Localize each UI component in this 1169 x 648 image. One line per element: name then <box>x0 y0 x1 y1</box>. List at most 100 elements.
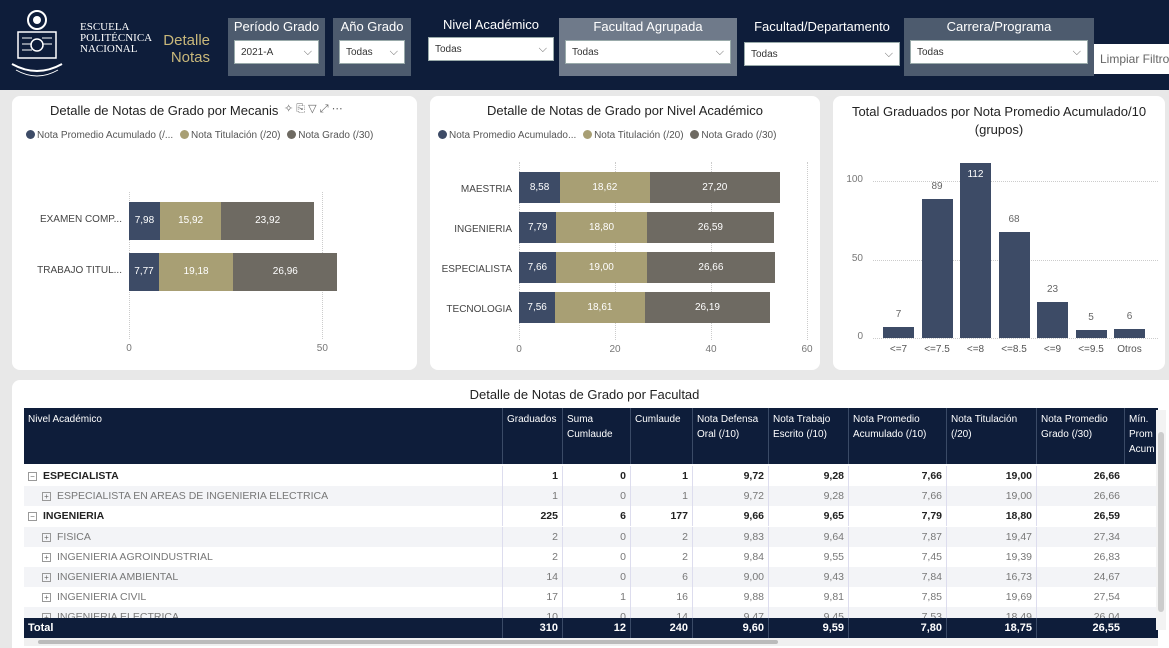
column-header[interactable]: Nota Defensa Oral (/10) <box>692 408 768 464</box>
column-header[interactable]: Nota Promedio Grado (/30) <box>1036 408 1124 464</box>
column-header[interactable]: Nota Trabajo Escrito (/10) <box>768 408 848 464</box>
bar-segment[interactable]: 18,62 <box>560 172 650 203</box>
y-tick-label: 100 <box>846 174 863 186</box>
bar-segment[interactable]: 7,98 <box>129 202 160 240</box>
table-row[interactable]: − ESPECIALISTA 1 0 1 9,72 9,28 7,66 19,00 26,66 <box>24 466 1158 486</box>
column-bar[interactable] <box>1075 330 1107 338</box>
scrollbar-thumb[interactable] <box>38 640 778 644</box>
table-cell: 7,87 <box>848 526 946 547</box>
table-row[interactable]: + INGENIERIA CIVIL 17 1 16 9,88 9,81 7,85 19,69 2… <box>24 587 1158 608</box>
bar-segment[interactable]: 7,79 <box>519 212 557 243</box>
table-cell: 7,45 <box>848 546 946 567</box>
legend-item: Nota Grado (/30) <box>287 130 373 141</box>
scrollbar-thumb[interactable] <box>1158 432 1164 612</box>
column-header[interactable]: Graduados <box>502 408 562 464</box>
anio-grado-dropdown[interactable]: Todas ⌵ <box>339 40 405 64</box>
school-logo-icon <box>11 10 63 77</box>
collapse-icon[interactable]: − <box>28 512 37 522</box>
table-cell: 19,00 <box>946 466 1036 486</box>
legend-label: Nota Grado (/30) <box>701 130 777 141</box>
horizontal-scrollbar[interactable] <box>24 638 1158 646</box>
table-cell: 9,88 <box>692 587 768 608</box>
focus-mode-icon[interactable]: ⤢ <box>320 103 329 115</box>
chart-title: Total Graduados por Nota Promedio Acumul… <box>851 104 1147 137</box>
bar-segment[interactable]: 15,92 <box>159 202 222 240</box>
bar-segment[interactable]: 7,77 <box>129 253 160 291</box>
table-cell: 9,65 <box>768 506 848 527</box>
table-cell: 26,59 <box>1036 506 1124 527</box>
column-bar[interactable] <box>921 198 953 338</box>
table-cell: 19,47 <box>946 526 1036 547</box>
visual-header-icons: ✧ ⎘ ▽ ⤢ ⋯ <box>284 102 343 116</box>
total-cell: 18,75 <box>946 618 1036 638</box>
x-category-label: <=8.5 <box>1001 344 1027 355</box>
bar-segment[interactable]: 26,19 <box>644 292 771 323</box>
table-row[interactable]: + ESPECIALISTA EN AREAS DE INGENIERIA ELE… <box>24 486 1158 507</box>
column-bar[interactable] <box>998 231 1030 338</box>
limpiar-filtro-button[interactable]: Limpiar Filtro <box>1094 44 1169 74</box>
bar-segment[interactable]: 8,58 <box>519 172 561 203</box>
legend-dot <box>26 130 35 139</box>
facultad-agrupada-dropdown[interactable]: Todas ⌵ <box>565 40 731 64</box>
x-category-label: <=7 <box>889 344 908 355</box>
total-cell: 9,59 <box>768 618 848 638</box>
table-cell: 9,55 <box>768 546 848 567</box>
column-header[interactable]: Nivel Académico <box>24 408 502 464</box>
nivel-academico-dropdown[interactable]: Todas ⌵ <box>428 37 554 61</box>
chart-card-graduados: Total Graduados por Nota Promedio Acumul… <box>833 96 1165 370</box>
total-cell: 240 <box>630 618 692 638</box>
table-row[interactable]: + FISICA 2 0 2 9,83 9,64 7,87 19,47 27,34 <box>24 526 1158 547</box>
table-cell: 17 <box>502 587 562 608</box>
expand-icon[interactable]: + <box>42 492 51 502</box>
bar-segment[interactable]: 27,20 <box>649 172 781 203</box>
chart-title: Detalle de Notas de Grado por Mecanis <box>50 103 279 118</box>
column-header[interactable]: Suma Cumlaude <box>562 408 630 464</box>
column-header[interactable]: Mín. Prom Acum <box>1124 408 1158 464</box>
bar-segment[interactable]: 26,66 <box>646 252 775 283</box>
table-row[interactable]: + INGENIERIA AGROINDUSTRIAL 2 0 2 9,84 9,55 7,4… <box>24 546 1158 567</box>
column-header[interactable]: Nota Promedio Acumulado (/10) <box>848 408 946 464</box>
expand-icon[interactable]: + <box>42 573 51 582</box>
column-bar[interactable] <box>883 327 914 338</box>
collapse-icon[interactable]: − <box>28 472 37 481</box>
bar-segment[interactable]: 26,59 <box>646 212 775 243</box>
pin-icon[interactable]: ✧ <box>284 103 293 115</box>
bar-segment[interactable]: 7,56 <box>519 292 556 323</box>
table-cell: 7,79 <box>848 506 946 527</box>
table-row[interactable]: + INGENIERIA AMBIENTAL 14 0 6 9,00 9,43 7,84 16,… <box>24 567 1158 587</box>
column-bar[interactable] <box>1037 302 1068 338</box>
x-category-label: <=7.5 <box>924 344 950 355</box>
bar-segment[interactable]: 19,00 <box>555 252 647 283</box>
column-header[interactable]: Nota Titulación (/20) <box>946 408 1036 464</box>
bar-segment[interactable]: 18,61 <box>555 292 645 323</box>
more-options-icon[interactable]: ⋯ <box>332 103 343 115</box>
table-cell: 14 <box>502 567 562 587</box>
table-cell: 7,66 <box>848 486 946 507</box>
bar-segment[interactable]: 7,66 <box>519 252 556 283</box>
row-name-label: ESPECIALISTA <box>43 470 119 482</box>
table-row[interactable]: − INGENIERIA 225 6 177 9,66 9,65 7,79 18,80 26,59 <box>24 506 1158 527</box>
column-bar[interactable] <box>1114 328 1145 338</box>
expand-icon[interactable]: + <box>42 593 51 603</box>
bar-segment[interactable]: 23,92 <box>221 202 314 240</box>
school-line-3: NACIONAL <box>80 43 138 55</box>
facultad-departamento-dropdown[interactable]: Todas ⌵ <box>744 42 900 66</box>
column-bar[interactable] <box>960 162 991 338</box>
chevron-down-icon: ⌵ <box>884 47 893 60</box>
bar-segment[interactable]: 19,18 <box>159 253 234 291</box>
data-label: 7 <box>895 309 902 321</box>
column-header[interactable]: Cumlaude <box>630 408 692 464</box>
vertical-scrollbar[interactable] <box>1156 410 1166 630</box>
y-category-label: TRABAJO TITUL... <box>37 265 122 276</box>
dropdown-value: Todas <box>572 46 599 58</box>
periodo-grado-dropdown[interactable]: 2021-A ⌵ <box>234 40 319 64</box>
expand-icon[interactable]: + <box>42 532 51 542</box>
copy-icon[interactable]: ⎘ <box>296 103 305 115</box>
bar-segment[interactable]: 18,80 <box>556 212 647 243</box>
filter-icon[interactable]: ▽ <box>308 103 316 115</box>
y-category-label: MAESTRIA <box>460 184 512 195</box>
bar-segment[interactable]: 26,96 <box>233 253 338 291</box>
filter-label: Nivel Académico <box>442 17 540 32</box>
expand-icon[interactable]: + <box>42 552 51 562</box>
carrera-programa-dropdown[interactable]: Todas ⌵ <box>910 40 1088 64</box>
